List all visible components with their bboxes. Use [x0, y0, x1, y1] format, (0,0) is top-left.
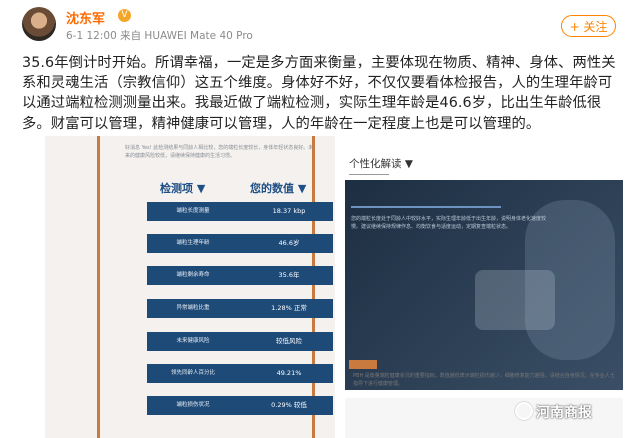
bottom-text: PBH 是衡量端粒健康状况的重要指标，数值越低表示端粒损伤越少，细胞修复能力越强… [353, 373, 615, 387]
frame-line-left [97, 136, 100, 438]
row-value: 49.21% [276, 369, 302, 377]
table-row: 端粒损伤状况 0.29% 较低 [147, 396, 333, 415]
table-row: 端粒生理年龄 46.6岁 [147, 234, 333, 253]
post-header: 沈东军 V 6-1 12:00 来自 HUAWEI Mate 40 Pro + … [0, 0, 640, 48]
interpretation-text: 您的端粒长度处于同龄人中较好水平，实际生理年龄低于出生年龄，说明身体老化速度较慢… [351, 216, 547, 230]
report-intro: 好消息 Yes! 此检测结果与同龄人相比较，您的端粒长度较长，身体年轻状态良好。… [125, 145, 314, 159]
report-image-right[interactable]: 个性化解读 ▼ 您的端粒长度处于同龄人中较好水平，实际生理年龄低于出生年龄，说明… [343, 136, 623, 438]
watermark-text: 河南商报 [536, 405, 592, 421]
interpretation-title: 个性化解读 ▼ [349, 158, 413, 170]
table-row: 端粒剩余寿命 35.6年 [147, 266, 333, 285]
row-value: 35.6年 [278, 271, 300, 279]
username[interactable]: 沈东军 [66, 8, 105, 27]
avatar[interactable] [22, 7, 56, 41]
row-value: 46.6岁 [278, 239, 300, 247]
row-key: 异常端粒比重 [176, 305, 210, 311]
row-key: 端粒长度测量 [176, 208, 210, 214]
row-key: 端粒剩余寿命 [176, 272, 210, 278]
header-item: 检测项 ▼ [160, 182, 206, 195]
decorative-shape [475, 270, 555, 330]
watermark: 河南商报 [515, 402, 592, 422]
row-value: 18.37 kbp [272, 207, 306, 215]
table-row: 未来健康风险 较低风险 [147, 332, 333, 351]
follow-button[interactable]: + 关注 [561, 15, 616, 37]
row-value: 0.29% 较低 [271, 401, 307, 409]
row-key: 领先同龄人百分比 [170, 370, 215, 376]
row-key: 端粒生理年龄 [176, 240, 210, 246]
post-meta: 6-1 12:00 来自 HUAWEI Mate 40 Pro [66, 30, 253, 42]
section-badge [349, 360, 377, 369]
frame-line-right [312, 136, 315, 438]
verified-badge-icon: V [118, 9, 131, 22]
divider [349, 174, 389, 175]
panel-accent-line [351, 206, 501, 208]
table-row: 异常端粒比重 1.28% 正常 [147, 299, 333, 318]
row-value: 较低风险 [276, 337, 302, 345]
row-key: 端粒损伤状况 [176, 402, 210, 408]
header-value: 您的数值 ▼ [250, 182, 307, 195]
table-row: 领先同龄人百分比 49.21% [147, 364, 333, 383]
report-image-left[interactable]: 好消息 Yes! 此检测结果与同龄人相比较，您的端粒长度较长，身体年轻状态良好。… [45, 136, 335, 438]
watermark-logo-icon [515, 402, 533, 420]
interpretation-panel: 您的端粒长度处于同龄人中较好水平，实际生理年龄低于出生年龄，说明身体老化速度较慢… [345, 180, 623, 390]
row-value: 1.28% 正常 [271, 304, 307, 312]
table-row: 端粒长度测量 18.37 kbp [147, 202, 333, 221]
post-text: 35.6年倒计时开始。所谓幸福，一定是多方面来衡量，主要体现在物质、精神、身体、… [22, 55, 616, 132]
row-key: 未来健康风险 [176, 338, 210, 344]
